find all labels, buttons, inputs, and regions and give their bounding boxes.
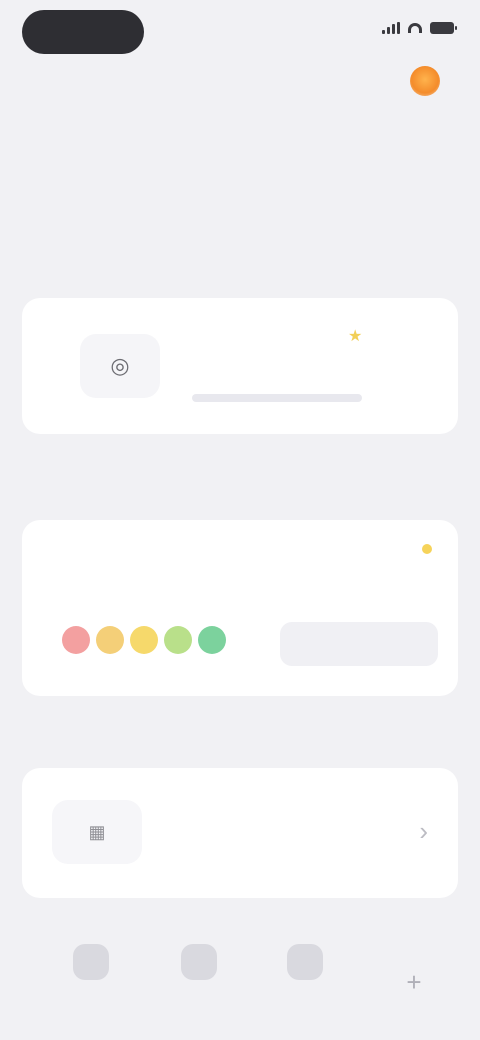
day-item[interactable] [339, 150, 395, 204]
insights-card[interactable]: ▦ › [22, 768, 458, 898]
chevron-right-icon: › [419, 816, 428, 846]
mood-option[interactable] [130, 626, 158, 654]
plus-icon[interactable]: + [392, 960, 436, 1004]
status-time [22, 10, 144, 54]
mood-option[interactable] [62, 626, 90, 654]
log-button[interactable] [280, 622, 438, 666]
day-item[interactable] [212, 150, 268, 204]
mood-selector [62, 626, 226, 654]
focus-progress-bar [192, 394, 362, 402]
day-item[interactable] [85, 150, 141, 204]
chart-icon: ▦ [52, 800, 142, 864]
status-bar [0, 0, 480, 64]
calendar-icon [181, 944, 217, 980]
flame-icon [410, 66, 440, 96]
target-icon: ◎ [80, 334, 160, 398]
mood-option[interactable] [164, 626, 192, 654]
stats-icon [287, 944, 323, 980]
day-item[interactable] [149, 150, 205, 204]
status-dot-icon [422, 544, 432, 554]
tab-home[interactable] [48, 944, 134, 1028]
week-strip [22, 150, 458, 204]
signal-icon [382, 22, 400, 34]
wifi-icon [408, 23, 422, 33]
day-item[interactable] [402, 150, 458, 204]
focus-card[interactable]: ◎ ★ [22, 298, 458, 434]
home-icon [73, 944, 109, 980]
star-icon: ★ [348, 328, 363, 345]
log-status [414, 544, 432, 554]
mood-option[interactable] [198, 626, 226, 654]
day-item[interactable] [22, 150, 78, 204]
streak-badge[interactable] [410, 66, 448, 96]
tab-calendar[interactable] [156, 944, 242, 1028]
log-card [22, 520, 458, 696]
tab-stats[interactable] [262, 944, 348, 1028]
day-item[interactable] [275, 150, 331, 204]
mood-option[interactable] [96, 626, 124, 654]
status-icons [382, 22, 457, 34]
tab-bar: + [0, 920, 480, 1040]
battery-icon [430, 22, 457, 34]
